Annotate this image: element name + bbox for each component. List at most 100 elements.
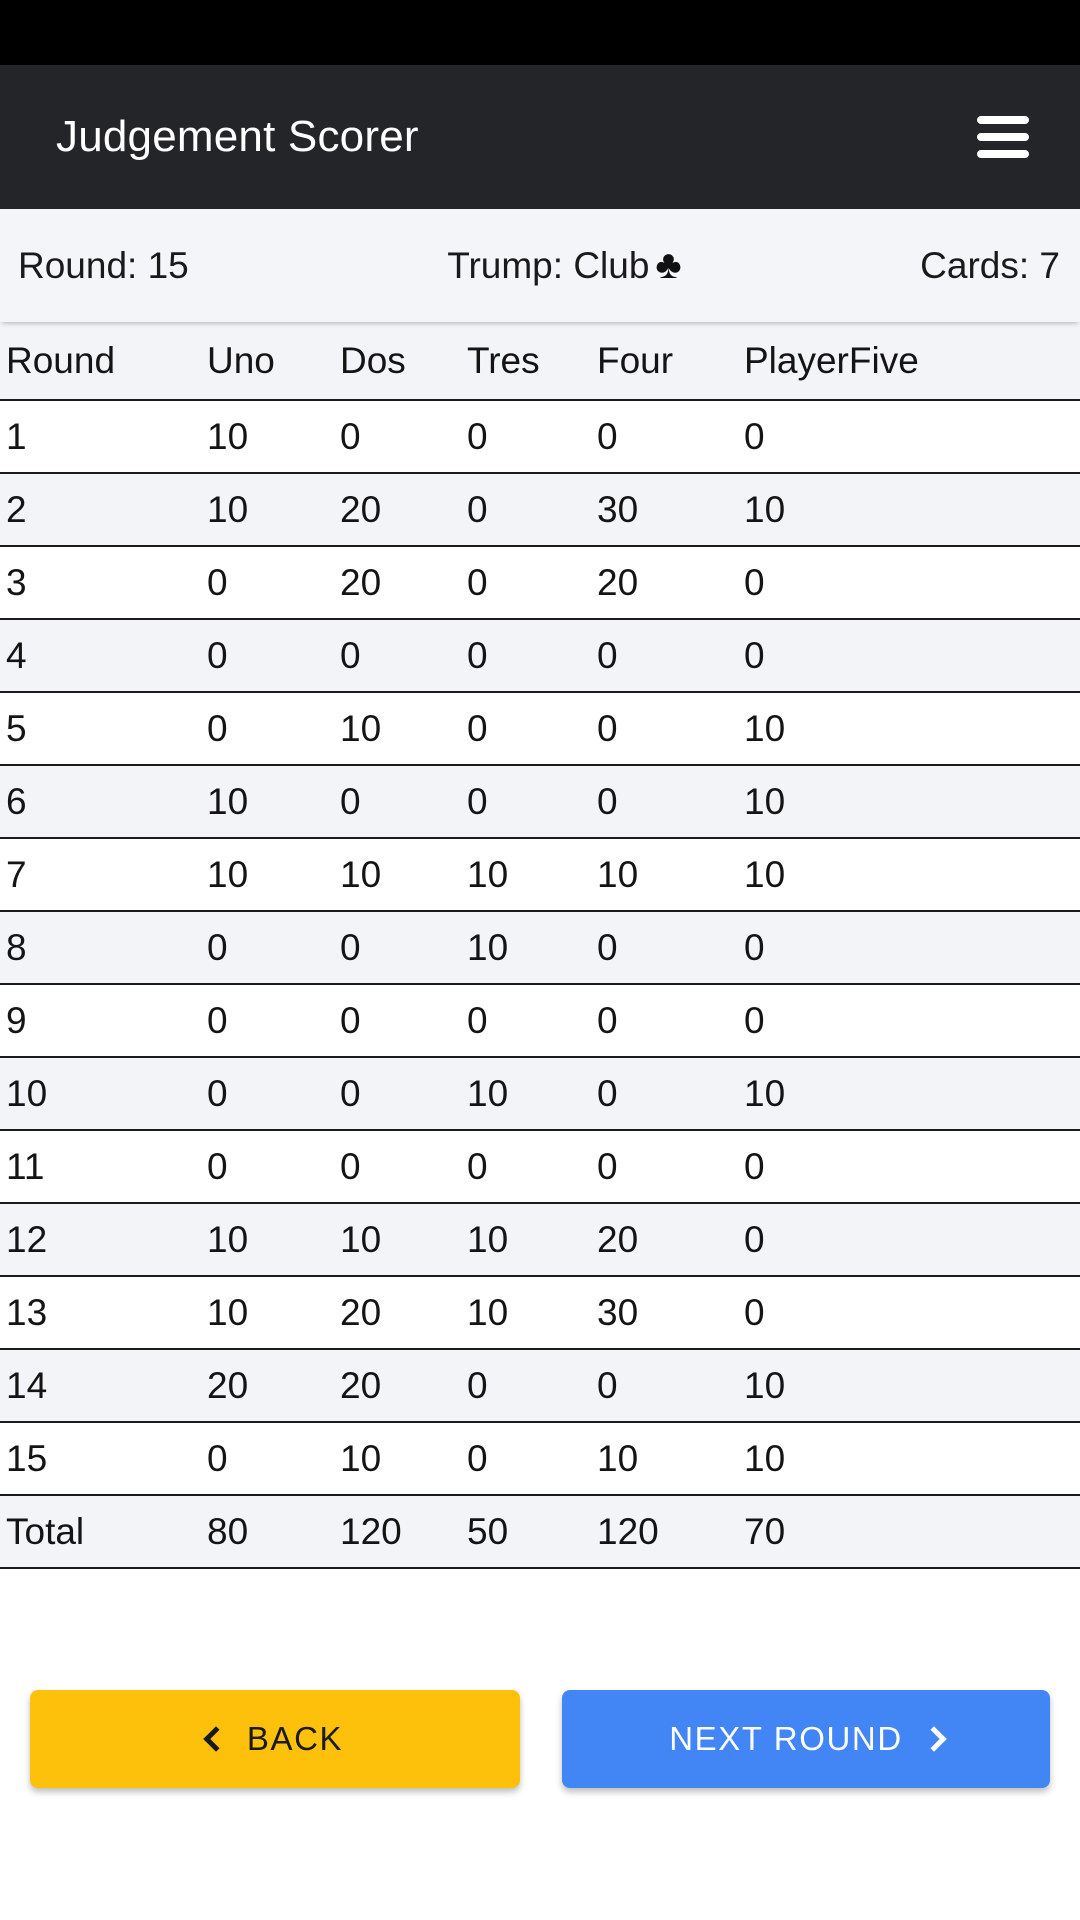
cell-tres: 10 <box>467 838 597 912</box>
cell-round: 11 <box>0 1130 207 1204</box>
table-row[interactable]: 5 0 10 0 0 10 <box>0 692 1080 766</box>
cell-four: 30 <box>597 1276 744 1350</box>
table-row[interactable]: 14 20 20 0 0 10 <box>0 1349 1080 1423</box>
cell-dos: 0 <box>340 1130 467 1204</box>
cell-tres: 10 <box>467 1203 597 1277</box>
cell-playerfive: 10 <box>744 765 1080 839</box>
cell-four: 20 <box>597 546 744 620</box>
cell-dos: 0 <box>340 619 467 693</box>
cell-four: 10 <box>597 838 744 912</box>
cell-dos: 0 <box>340 911 467 985</box>
trump-indicator: Trump: Club ♣ <box>447 243 681 288</box>
cell-tres: 0 <box>467 546 597 620</box>
cell-dos: 20 <box>340 1276 467 1350</box>
cell-uno: 0 <box>207 1057 340 1131</box>
cell-tres: 10 <box>467 1276 597 1350</box>
scoreboard-scroll-area[interactable]: Round Uno Dos Tres Four PlayerFive 1 10 0 0… <box>0 322 1080 1660</box>
cell-uno: 0 <box>207 1130 340 1204</box>
cell-round: 9 <box>0 984 207 1058</box>
trump-label: Trump: Club <box>447 245 650 286</box>
table-row[interactable]: 1100000 <box>0 1130 1080 1204</box>
app-bar: Judgement Scorer <box>0 65 1080 209</box>
cell-uno: 10 <box>207 1203 340 1277</box>
table-row[interactable]: 400000 <box>0 619 1080 693</box>
system-status-bar <box>0 0 1080 65</box>
cell-uno: 0 <box>207 619 340 693</box>
cell-dos: 0 <box>340 1057 467 1131</box>
cell-round: 8 <box>0 911 207 985</box>
cell-four: 0 <box>597 984 744 1058</box>
app-root: Judgement Scorer Round: 15 Trump: Club ♣ … <box>0 0 1080 1920</box>
back-button-label: BACK <box>246 1720 344 1757</box>
cell-tres: 0 <box>467 984 597 1058</box>
cell-tres: 0 <box>467 1349 597 1423</box>
total-cell-four: 120 <box>597 1495 744 1569</box>
cell-four: 0 <box>597 911 744 985</box>
table-row[interactable]: 8 0 0 10 0 0 <box>0 911 1080 985</box>
cell-uno: 10 <box>207 1276 340 1350</box>
cards-indicator: Cards: 7 <box>920 244 1060 286</box>
table-row[interactable]: 6 10 0 0 0 10 <box>0 765 1080 839</box>
cell-tres: 0 <box>467 473 597 547</box>
cell-playerfive: 10 <box>744 838 1080 912</box>
cell-uno: 10 <box>207 400 340 474</box>
back-button[interactable]: BACK <box>30 1690 520 1788</box>
cell-uno: 0 <box>207 911 340 985</box>
cell-four: 0 <box>597 765 744 839</box>
cell-playerfive: 0 <box>744 984 1080 1058</box>
cell-uno: 10 <box>207 765 340 839</box>
cell-tres: 0 <box>467 1130 597 1204</box>
table-header-row: Round Uno Dos Tres Four PlayerFive <box>0 322 1080 401</box>
cell-tres: 10 <box>467 1057 597 1131</box>
cell-four: 20 <box>597 1203 744 1277</box>
table-row[interactable]: 13 10 20 10 30 0 <box>0 1276 1080 1350</box>
table-row[interactable]: 900000 <box>0 984 1080 1058</box>
table-row[interactable]: 15 0 10 0 10 10 <box>0 1422 1080 1496</box>
table-row[interactable]: 10 0 0 10 0 10 <box>0 1057 1080 1131</box>
table-row[interactable]: 2 10 20 0 30 10 <box>0 473 1080 547</box>
cell-tres: 10 <box>467 911 597 985</box>
table-row[interactable]: 7 10 10 10 10 10 <box>0 838 1080 912</box>
cell-playerfive: 0 <box>744 1203 1080 1277</box>
footer-actions: BACK NEXT ROUND <box>0 1660 1080 1920</box>
cell-round: 4 <box>0 619 207 693</box>
table-row[interactable]: 3 0 20 0 20 0 <box>0 546 1080 620</box>
cell-uno: 0 <box>207 984 340 1058</box>
cell-dos: 10 <box>340 692 467 766</box>
cell-round: 13 <box>0 1276 207 1350</box>
scoreboard-table: Round Uno Dos Tres Four PlayerFive 1 10 0 0… <box>0 322 1080 1569</box>
cell-playerfive: 10 <box>744 1349 1080 1423</box>
cell-playerfive: 10 <box>744 473 1080 547</box>
cell-dos: 0 <box>340 984 467 1058</box>
cell-playerfive: 0 <box>744 619 1080 693</box>
column-header-tres: Tres <box>467 322 597 401</box>
cell-dos: 10 <box>340 1203 467 1277</box>
total-cell-dos: 120 <box>340 1495 467 1569</box>
table-row[interactable]: 1100000 <box>0 400 1080 474</box>
cell-uno: 20 <box>207 1349 340 1423</box>
cell-dos: 20 <box>340 546 467 620</box>
column-header-dos: Dos <box>340 322 467 401</box>
cell-four: 0 <box>597 1349 744 1423</box>
next-round-button[interactable]: NEXT ROUND <box>562 1690 1050 1788</box>
hamburger-menu-icon[interactable] <box>972 106 1034 168</box>
table-total-row: Total 80 120 50 120 70 <box>0 1495 1080 1569</box>
cell-tres: 0 <box>467 1422 597 1496</box>
cell-dos: 10 <box>340 838 467 912</box>
cell-four: 30 <box>597 473 744 547</box>
cell-round: 12 <box>0 1203 207 1277</box>
page-title: Judgement Scorer <box>56 112 419 161</box>
cell-playerfive: 0 <box>744 546 1080 620</box>
total-cell-playerfive: 70 <box>744 1495 1080 1569</box>
hamburger-bar <box>977 133 1029 141</box>
cell-uno: 0 <box>207 546 340 620</box>
cell-round: 5 <box>0 692 207 766</box>
cell-round: 15 <box>0 1422 207 1496</box>
cell-four: 0 <box>597 692 744 766</box>
table-row[interactable]: 12 10 10 10 20 0 <box>0 1203 1080 1277</box>
game-info-bar: Round: 15 Trump: Club ♣ Cards: 7 <box>0 209 1080 322</box>
cell-four: 0 <box>597 1057 744 1131</box>
cell-tres: 0 <box>467 400 597 474</box>
column-header-four: Four <box>597 322 744 401</box>
cell-tres: 0 <box>467 692 597 766</box>
